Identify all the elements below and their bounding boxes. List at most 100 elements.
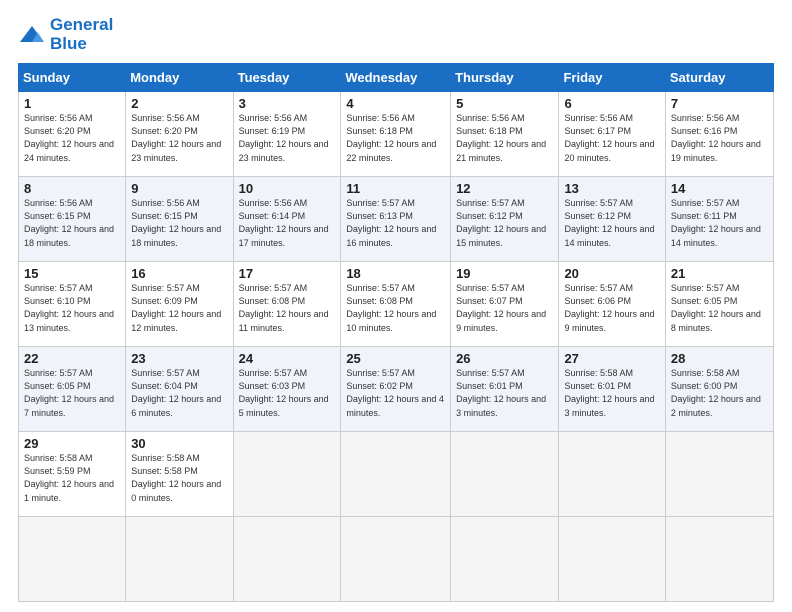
daylight-label: Daylight: 12 hours and 6 minutes. <box>131 394 221 417</box>
day-info: Sunrise: 5:58 AMSunset: 6:00 PMDaylight:… <box>671 367 768 419</box>
calendar-row: 29 Sunrise: 5:58 AM Sunset: 5:59 PM Dayligh… <box>19 432 774 517</box>
sunset-label: Sunset: 5:59 PM <box>24 466 91 476</box>
daylight-label: Daylight: 12 hours and 23 minutes. <box>131 139 221 162</box>
daylight-label: Daylight: 12 hours and 23 minutes. <box>239 139 329 162</box>
empty-cell <box>451 432 559 517</box>
daylight-label: Daylight: 12 hours and 3 minutes. <box>564 394 654 417</box>
sunset-label: Sunset: 6:12 PM <box>456 211 523 221</box>
day-info: Sunrise: 5:58 AMSunset: 6:01 PMDaylight:… <box>564 367 659 419</box>
sunrise-label: Sunrise: 5:57 AM <box>239 368 308 378</box>
day-number: 24 <box>239 351 336 366</box>
sunset-label: Sunset: 6:12 PM <box>564 211 631 221</box>
daylight-label: Daylight: 12 hours and 24 minutes. <box>24 139 114 162</box>
empty-cell <box>451 517 559 602</box>
sunrise-label: Sunrise: 5:58 AM <box>24 453 93 463</box>
page: General Blue Sunday Monday Tuesday Wedne… <box>0 0 792 612</box>
sunrise-label: Sunrise: 5:57 AM <box>24 368 93 378</box>
day-cell: 18Sunrise: 5:57 AMSunset: 6:08 PMDayligh… <box>341 262 451 347</box>
day-cell: 21Sunrise: 5:57 AMSunset: 6:05 PMDayligh… <box>665 262 773 347</box>
day-number: 17 <box>239 266 336 281</box>
sunrise-label: Sunrise: 5:57 AM <box>239 283 308 293</box>
day-cell: 26Sunrise: 5:57 AMSunset: 6:01 PMDayligh… <box>451 347 559 432</box>
empty-cell <box>233 517 341 602</box>
col-tuesday: Tuesday <box>233 64 341 92</box>
daylight-label: Daylight: 12 hours and 13 minutes. <box>24 309 114 332</box>
daylight-label: Daylight: 12 hours and 17 minutes. <box>239 224 329 247</box>
day-cell: 13Sunrise: 5:57 AMSunset: 6:12 PMDayligh… <box>559 177 665 262</box>
empty-cell <box>665 432 773 517</box>
day-number: 28 <box>671 351 768 366</box>
day-cell: 25Sunrise: 5:57 AMSunset: 6:02 PMDayligh… <box>341 347 451 432</box>
day-number: 23 <box>131 351 227 366</box>
day-cell: 15Sunrise: 5:57 AMSunset: 6:10 PMDayligh… <box>19 262 126 347</box>
day-info: Sunrise: 5:58 AMSunset: 5:58 PMDaylight:… <box>131 452 227 504</box>
day-info: Sunrise: 5:57 AMSunset: 6:03 PMDaylight:… <box>239 367 336 419</box>
sunset-label: Sunset: 6:20 PM <box>131 126 198 136</box>
sunrise-label: Sunrise: 5:56 AM <box>131 198 200 208</box>
sunset-label: Sunset: 6:06 PM <box>564 296 631 306</box>
sunset-label: Sunset: 6:05 PM <box>671 296 738 306</box>
sunset-label: Sunset: 6:01 PM <box>456 381 523 391</box>
day-number: 30 <box>131 436 227 451</box>
col-sunday: Sunday <box>19 64 126 92</box>
sunrise-label: Sunrise: 5:57 AM <box>131 283 200 293</box>
day-number: 22 <box>24 351 120 366</box>
sunrise-label: Sunrise: 5:57 AM <box>456 283 525 293</box>
day-info: Sunrise: 5:56 AMSunset: 6:18 PMDaylight:… <box>346 112 445 164</box>
sunrise-label: Sunrise: 5:56 AM <box>239 198 308 208</box>
day-number: 5 <box>456 96 553 111</box>
daylight-label: Daylight: 12 hours and 18 minutes. <box>24 224 114 247</box>
col-monday: Monday <box>126 64 233 92</box>
day-info: Sunrise: 5:56 AM Sunset: 6:16 PM Daylight:… <box>671 112 768 164</box>
sunset-label: Sunset: 6:05 PM <box>24 381 91 391</box>
calendar-row: 22 Sunrise: 5:57 AM Sunset: 6:05 PM Dayligh… <box>19 347 774 432</box>
day-number: 16 <box>131 266 227 281</box>
day-cell: 10Sunrise: 5:56 AMSunset: 6:14 PMDayligh… <box>233 177 341 262</box>
day-cell: 19Sunrise: 5:57 AMSunset: 6:07 PMDayligh… <box>451 262 559 347</box>
day-cell: 20Sunrise: 5:57 AMSunset: 6:06 PMDayligh… <box>559 262 665 347</box>
empty-cell <box>559 432 665 517</box>
day-number: 15 <box>24 266 120 281</box>
sunrise-label: Sunrise: 5:58 AM <box>671 368 740 378</box>
day-cell: 22 Sunrise: 5:57 AM Sunset: 6:05 PM Dayligh… <box>19 347 126 432</box>
calendar-row <box>19 517 774 602</box>
day-cell: 6Sunrise: 5:56 AMSunset: 6:17 PMDaylight… <box>559 92 665 177</box>
day-cell: 30Sunrise: 5:58 AMSunset: 5:58 PMDayligh… <box>126 432 233 517</box>
day-number: 29 <box>24 436 120 451</box>
day-info: Sunrise: 5:57 AMSunset: 6:06 PMDaylight:… <box>564 282 659 334</box>
sunrise-label: Sunrise: 5:56 AM <box>239 113 308 123</box>
day-number: 12 <box>456 181 553 196</box>
sunset-label: Sunset: 6:00 PM <box>671 381 738 391</box>
sunrise-label: Sunrise: 5:57 AM <box>346 368 415 378</box>
daylight-label: Daylight: 12 hours and 12 minutes. <box>131 309 221 332</box>
day-number: 13 <box>564 181 659 196</box>
daylight-label: Daylight: 12 hours and 19 minutes. <box>671 139 761 162</box>
daylight-label: Daylight: 12 hours and 8 minutes. <box>671 309 761 332</box>
day-cell: 2Sunrise: 5:56 AMSunset: 6:20 PMDaylight… <box>126 92 233 177</box>
sunrise-label: Sunrise: 5:57 AM <box>346 283 415 293</box>
day-cell: 3Sunrise: 5:56 AMSunset: 6:19 PMDaylight… <box>233 92 341 177</box>
sunset-label: Sunset: 6:02 PM <box>346 381 413 391</box>
day-cell: 27Sunrise: 5:58 AMSunset: 6:01 PMDayligh… <box>559 347 665 432</box>
sunset-label: Sunset: 6:14 PM <box>239 211 306 221</box>
day-cell: 8Sunrise: 5:56 AMSunset: 6:15 PMDaylight… <box>19 177 126 262</box>
day-number: 2 <box>131 96 227 111</box>
sunrise-label: Sunrise: 5:57 AM <box>671 283 740 293</box>
day-number: 1 <box>24 96 120 111</box>
daylight-label: Daylight: 12 hours and 0 minutes. <box>131 479 221 502</box>
daylight-label: Daylight: 12 hours and 1 minute. <box>24 479 114 502</box>
day-info: Sunrise: 5:56 AMSunset: 6:18 PMDaylight:… <box>456 112 553 164</box>
day-info: Sunrise: 5:57 AMSunset: 6:08 PMDaylight:… <box>346 282 445 334</box>
day-number: 26 <box>456 351 553 366</box>
day-cell: 16 Sunrise: 5:57 AM Sunset: 6:09 PM Dayligh… <box>126 262 233 347</box>
sunset-label: Sunset: 6:09 PM <box>131 296 198 306</box>
day-info: Sunrise: 5:56 AMSunset: 6:20 PMDaylight:… <box>131 112 227 164</box>
daylight-label: Daylight: 12 hours and 7 minutes. <box>24 394 114 417</box>
sunset-label: Sunset: 6:08 PM <box>239 296 306 306</box>
logo-icon <box>18 24 46 46</box>
logo-text: General Blue <box>50 16 113 53</box>
sunrise-label: Sunrise: 5:56 AM <box>671 113 740 123</box>
sunset-label: Sunset: 6:20 PM <box>24 126 91 136</box>
sunset-label: Sunset: 6:16 PM <box>671 126 738 136</box>
daylight-label: Daylight: 12 hours and 10 minutes. <box>346 309 436 332</box>
